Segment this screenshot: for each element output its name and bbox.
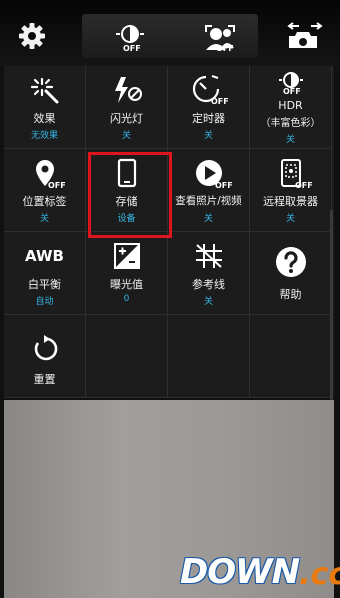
remote-viewfinder-label: 远程取景器 [263, 195, 318, 208]
highlight-box [88, 152, 172, 238]
remote-viewfinder-value: 关 [285, 214, 295, 224]
watermark-logo: DOWN.cc [180, 552, 340, 592]
effect-wand-icon [30, 77, 58, 104]
timer-value: 关 [203, 131, 213, 141]
face-state-text: OFF [216, 44, 234, 53]
photo-review-setting[interactable]: OFF 查看照片/视频 关 [168, 149, 250, 232]
remote-viewfinder-off-badge: OFF [295, 181, 313, 190]
effect-value: 无效果 [30, 131, 58, 141]
reset-label: 重置 [33, 373, 56, 386]
effect-setting[interactable]: 效果 无效果 [4, 66, 86, 149]
flash-off-icon [114, 77, 142, 103]
help-icon [275, 247, 306, 277]
help-setting[interactable]: 帮助 [250, 232, 332, 315]
location-off-badge: OFF [48, 181, 66, 190]
help-label: 帮助 [279, 288, 302, 301]
grid-lines-icon [195, 244, 222, 268]
face-detect-toggle-button[interactable]: OFF [190, 18, 250, 56]
timer-label: 定时器 [192, 112, 225, 125]
photo-review-value: 关 [203, 214, 213, 224]
scrollbar[interactable] [330, 210, 333, 400]
grid-lines-label: 参考线 [192, 278, 225, 291]
reset-icon [34, 335, 57, 361]
flash-label: 闪光灯 [110, 112, 143, 125]
hdr-label: HDR [278, 99, 303, 112]
hdr-off-badge: OFF [283, 87, 301, 96]
top-toolbar: OFF OFF [0, 0, 340, 66]
flash-value: 关 [121, 131, 131, 141]
hdr-state-text: OFF [123, 44, 141, 53]
empty-cell [168, 315, 250, 398]
switch-camera-button[interactable] [282, 18, 328, 56]
hdr-toggle-button[interactable]: OFF [100, 18, 160, 56]
gear-icon [19, 23, 45, 49]
white-balance-value: 自动 [35, 297, 54, 307]
location-tag-setting[interactable]: OFF 位置标签 关 [4, 149, 86, 232]
exposure-icon [113, 243, 140, 269]
remote-viewfinder-setting[interactable]: OFF 远程取景器 关 [250, 149, 332, 232]
timer-off-badge: OFF [211, 97, 229, 106]
photo-review-label: 查看照片/视频 [175, 195, 242, 207]
hdr-setting[interactable]: OFF HDR （丰富色彩） 关 [250, 66, 332, 149]
photo-review-off-badge: OFF [215, 181, 233, 190]
empty-cell [250, 315, 332, 398]
reset-setting[interactable]: 重置 [4, 315, 86, 398]
settings-button[interactable] [12, 18, 52, 54]
white-balance-label: 白平衡 [28, 278, 61, 291]
hdr-value: 关 [285, 135, 295, 145]
location-tag-label: 位置标签 [22, 195, 67, 208]
location-tag-value: 关 [39, 214, 49, 224]
timer-setting[interactable]: OFF 定时器 关 [168, 66, 250, 149]
grid-lines-value: 关 [203, 297, 213, 307]
white-balance-setting[interactable]: AWB 白平衡 自动 [4, 232, 86, 315]
switch-camera-icon [287, 22, 323, 48]
empty-cell [86, 315, 168, 398]
hdr-sub-label: （丰富色彩） [260, 118, 321, 129]
exposure-setting[interactable]: 曝光值 0 [86, 232, 168, 315]
exposure-label: 曝光值 [110, 278, 143, 291]
grid-lines-setting[interactable]: 参考线 关 [168, 232, 250, 315]
flash-setting[interactable]: 闪光灯 关 [86, 66, 168, 149]
effect-label: 效果 [33, 112, 56, 125]
exposure-value: 0 [123, 294, 130, 304]
awb-icon: AWB [25, 247, 64, 265]
